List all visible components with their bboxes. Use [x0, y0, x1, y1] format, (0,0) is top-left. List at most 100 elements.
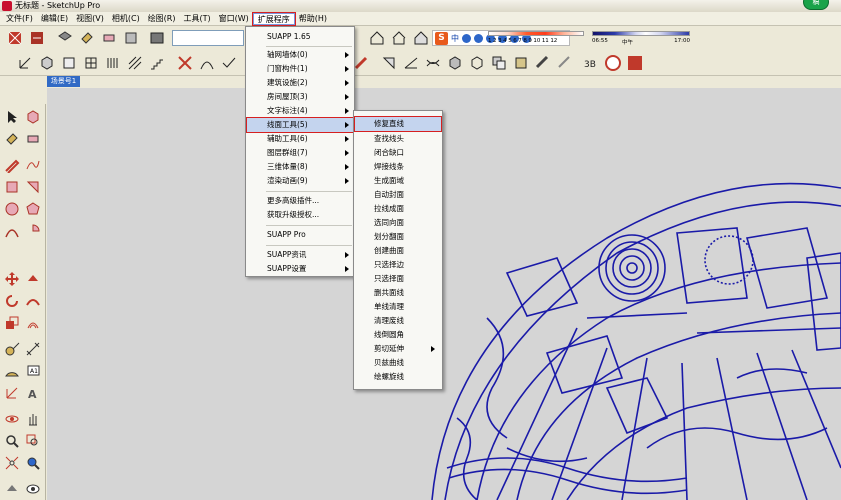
- menu-edit[interactable]: 编辑(E): [37, 13, 72, 25]
- offset-icon[interactable]: [24, 314, 42, 332]
- submenu-item-fillet-lines[interactable]: 线倒圆角: [355, 328, 441, 342]
- submenu-item-weld-lines[interactable]: 焊接线条: [355, 160, 441, 174]
- menu-item-suapp-version[interactable]: SUAPP 1.65: [247, 30, 353, 44]
- submenu-item-select-edges-only[interactable]: 只选择边: [355, 258, 441, 272]
- position-camera-icon[interactable]: [3, 480, 21, 498]
- menu-item-upgrade-license[interactable]: 获取升级授权...: [247, 208, 353, 222]
- follow-me-icon[interactable]: [24, 292, 42, 310]
- circle-icon[interactable]: [3, 200, 21, 218]
- drawing-canvas[interactable]: [47, 88, 841, 500]
- 3d-text-icon[interactable]: A: [24, 384, 42, 402]
- loft-icon[interactable]: [424, 54, 442, 72]
- dimension-icon[interactable]: [24, 340, 42, 358]
- grid-icon[interactable]: [82, 54, 100, 72]
- submenu-item-bezier-curve[interactable]: 贝兹曲线: [355, 356, 441, 370]
- share-model-icon[interactable]: [28, 29, 46, 47]
- pencil-icon[interactable]: [3, 156, 21, 174]
- arc-tool-icon[interactable]: [198, 54, 216, 72]
- menu-item-more-plugins[interactable]: 更多高级插件...: [247, 194, 353, 208]
- 3b-icon[interactable]: 3B: [582, 54, 600, 72]
- texture-icon[interactable]: [512, 54, 530, 72]
- submenu-item-delete-coplanar[interactable]: 删共面线: [355, 286, 441, 300]
- eraser-tool-icon[interactable]: [24, 130, 42, 148]
- layer-icon[interactable]: [148, 29, 166, 47]
- paint-bucket-tool-icon[interactable]: [3, 130, 21, 148]
- pan-hand-icon[interactable]: [24, 410, 42, 428]
- submenu-item-lines-to-faces[interactable]: 拉线成面: [355, 202, 441, 216]
- orbit-icon[interactable]: [3, 410, 21, 428]
- cube-wire-icon[interactable]: [468, 54, 486, 72]
- menu-item-helper-tools[interactable]: 辅助工具(6): [247, 132, 353, 146]
- submenu-item-trim-extend[interactable]: 剪切延伸: [355, 342, 441, 356]
- ramp-icon[interactable]: [402, 54, 420, 72]
- menu-item-axis-wall[interactable]: 轴网墙体(0): [247, 48, 353, 62]
- menu-extensions[interactable]: 扩展程序: [251, 11, 296, 26]
- sogou-logo-icon[interactable]: S: [435, 31, 448, 45]
- scale-icon[interactable]: [3, 314, 21, 332]
- move-icon[interactable]: [3, 270, 21, 288]
- menu-draw[interactable]: 绘图(R): [144, 13, 180, 25]
- component-icon[interactable]: [56, 29, 74, 47]
- submenu-item-single-line-cleanup[interactable]: 单线清理: [355, 300, 441, 314]
- user-badge[interactable]: 稿: [803, 0, 829, 10]
- submenu-item-auto-face[interactable]: 自动封面: [355, 188, 441, 202]
- polygon-icon[interactable]: [24, 200, 42, 218]
- freehand-icon[interactable]: [24, 156, 42, 174]
- axes-icon[interactable]: [16, 54, 34, 72]
- menu-help[interactable]: 帮助(H): [295, 13, 331, 25]
- shadow-time-slider[interactable]: 06:55 中午 17:00: [592, 29, 690, 47]
- stairs-icon[interactable]: [148, 54, 166, 72]
- layer-dropdown[interactable]: [172, 30, 244, 46]
- menu-camera[interactable]: 相机(C): [108, 13, 144, 25]
- menu-view[interactable]: 视图(V): [72, 13, 108, 25]
- get-models-icon[interactable]: [6, 29, 24, 47]
- check-tool-icon[interactable]: [220, 54, 238, 72]
- submenu-item-clean-stray-lines[interactable]: 清理废线: [355, 314, 441, 328]
- menu-item-render-animation[interactable]: 渲染动画(9): [247, 174, 353, 188]
- submenu-item-divide-flip[interactable]: 划分翻面: [355, 230, 441, 244]
- submenu-item-select-faces-only[interactable]: 只选择面: [355, 272, 441, 286]
- submenu-item-generate-regions[interactable]: 生成面域: [355, 174, 441, 188]
- menu-item-building-facilities[interactable]: 建筑设施(2): [247, 76, 353, 90]
- house-back-icon[interactable]: [412, 29, 430, 47]
- cut-line-icon[interactable]: [176, 54, 194, 72]
- menu-item-layer-group[interactable]: 图层群组(7): [247, 146, 353, 160]
- ime-punct-icon[interactable]: [474, 33, 483, 43]
- menu-item-room-roof[interactable]: 房间屋顶(3): [247, 90, 353, 104]
- menu-file[interactable]: 文件(F): [2, 13, 37, 25]
- cube-copy-icon[interactable]: [490, 54, 508, 72]
- group-icon[interactable]: [122, 29, 140, 47]
- ime-mode[interactable]: 中: [451, 33, 459, 44]
- menu-item-suapp-pro[interactable]: SUAPP Pro: [247, 228, 353, 242]
- menu-window[interactable]: 窗口(W): [215, 13, 253, 25]
- menu-item-doors-windows[interactable]: 门窗构件(1): [247, 62, 353, 76]
- submenu-item-find-line-ends[interactable]: 查找线头: [355, 132, 441, 146]
- su-app-icon[interactable]: [626, 54, 644, 72]
- make-component-icon[interactable]: [24, 108, 42, 126]
- house-front-icon[interactable]: [368, 29, 386, 47]
- cube-icon[interactable]: [446, 54, 464, 72]
- extrude-icon[interactable]: [380, 54, 398, 72]
- submenu-item-draw-spiral[interactable]: 绘螺旋线: [355, 370, 441, 384]
- suapp-logo-icon[interactable]: [604, 54, 622, 72]
- scene-tab[interactable]: 场景号1: [47, 76, 80, 87]
- submenu-item-fix-lines[interactable]: 修复直线: [354, 116, 442, 132]
- fence-icon[interactable]: [104, 54, 122, 72]
- push-pull-icon[interactable]: [24, 270, 42, 288]
- zoom-extents-icon[interactable]: [3, 454, 21, 472]
- zoom-icon[interactable]: [3, 432, 21, 450]
- menu-item-text-annotation[interactable]: 文字标注(4): [247, 104, 353, 118]
- zoom-window-icon[interactable]: [24, 432, 42, 450]
- select-arrow-icon[interactable]: [3, 108, 21, 126]
- shadow-month-slider[interactable]: 1 2 3 4 5 6 7 8 9 10 11 12: [488, 29, 584, 47]
- arc-icon[interactable]: [3, 222, 21, 240]
- menu-item-line-face-tools[interactable]: 线面工具(5): [246, 117, 354, 133]
- eraser-icon[interactable]: [100, 29, 118, 47]
- hatch-icon[interactable]: [126, 54, 144, 72]
- submenu-item-create-surface[interactable]: 创建曲面: [355, 244, 441, 258]
- rotated-rect-icon[interactable]: [24, 178, 42, 196]
- tape-measure-icon[interactable]: [3, 340, 21, 358]
- menu-item-3d-volume[interactable]: 三维体量(8): [247, 160, 353, 174]
- menu-item-suapp-settings[interactable]: SUAPP设置: [247, 262, 353, 276]
- submenu-item-select-same-facing[interactable]: 选同向面: [355, 216, 441, 230]
